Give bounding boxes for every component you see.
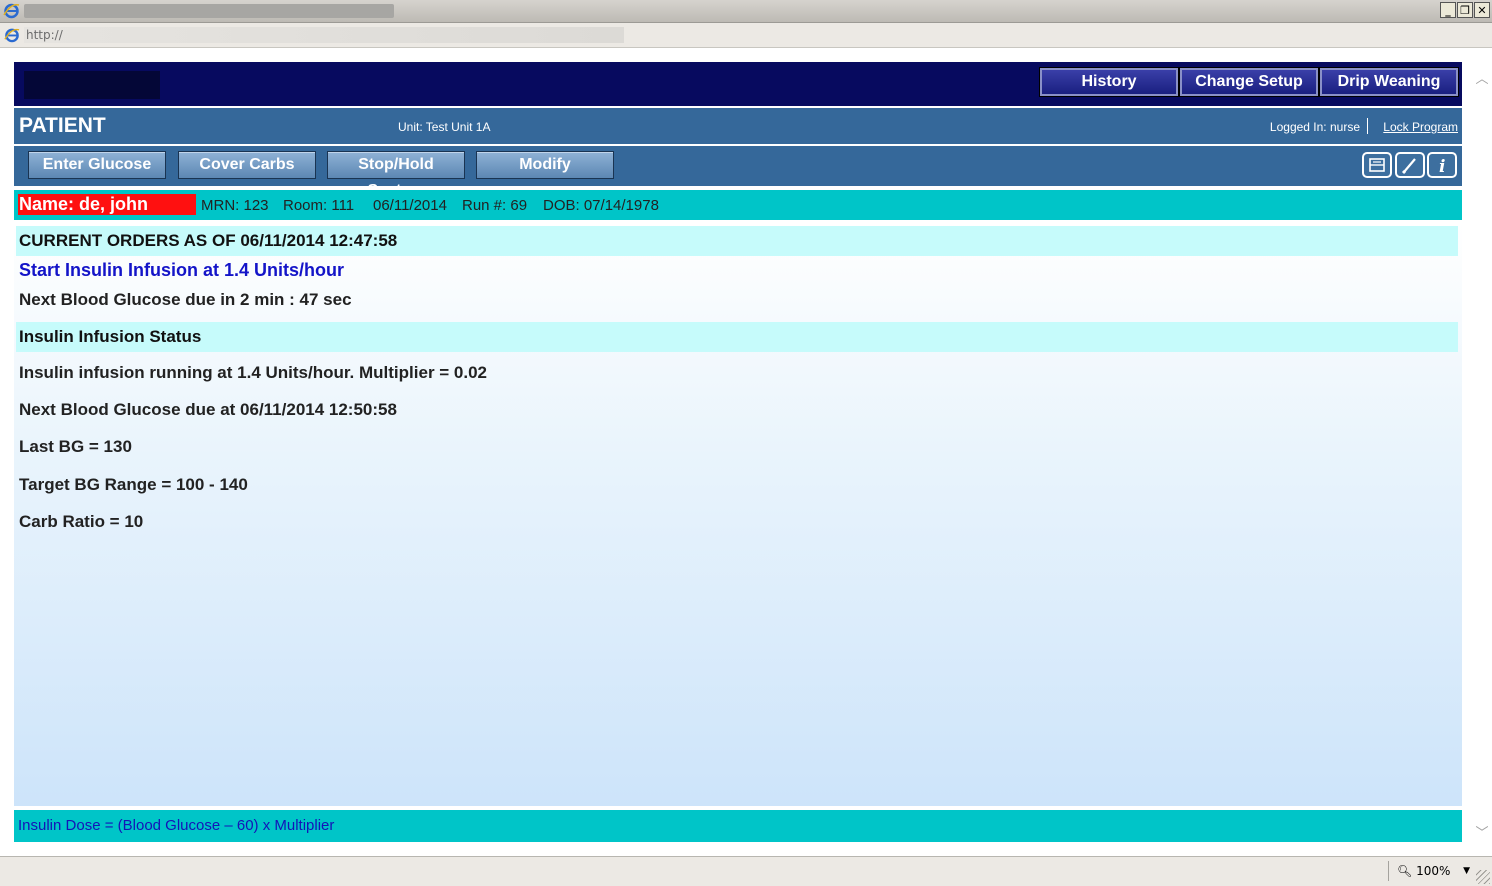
status-line: Next Blood Glucose due at 06/11/2014 12:… xyxy=(19,400,397,419)
browser-statusbar: 🔍︎ 100% ▼ xyxy=(0,856,1492,886)
zoom-level: 100% xyxy=(1416,864,1451,878)
date-label: 06/11/2014 xyxy=(373,197,447,214)
zoom-control[interactable]: 🔍︎ 100% ▼ xyxy=(1388,861,1472,881)
close-button[interactable]: ✕ xyxy=(1474,2,1490,18)
chevron-down-icon: ▼ xyxy=(1463,866,1470,876)
header-divider xyxy=(1367,118,1368,134)
lock-program-link[interactable]: Lock Program xyxy=(1383,120,1458,134)
page-viewport: ︿ ﹀ History Change Setup Drip Weaning PA… xyxy=(0,48,1492,856)
change-setup-button[interactable]: Change Setup xyxy=(1179,67,1319,97)
svg-text:i: i xyxy=(1439,157,1445,176)
drip-weaning-button[interactable]: Drip Weaning xyxy=(1319,67,1459,97)
dose-formula-bar: Insulin Dose = (Blood Glucose – 60) x Mu… xyxy=(14,810,1462,842)
resize-grip[interactable] xyxy=(1476,870,1490,884)
action-toolbar: Enter Glucose Cover Carbs Stop/Hold Syst… xyxy=(14,146,1462,199)
window-title xyxy=(24,4,394,18)
status-line: Last BG = 130 xyxy=(19,437,132,456)
page-title: PATIENT xyxy=(19,114,106,137)
modify-button[interactable]: Modify xyxy=(476,151,614,179)
status-line: Carb Ratio = 10 xyxy=(19,512,144,531)
app-logo xyxy=(24,71,160,99)
cover-carbs-button[interactable]: Cover Carbs xyxy=(178,151,316,179)
insulin-order-instruction: Start Insulin Infusion at 1.4 Units/hour xyxy=(19,260,345,280)
room-label: Room: 111 xyxy=(283,197,355,214)
restore-button[interactable]: ❐ xyxy=(1457,2,1473,18)
glucose-app: History Change Setup Drip Weaning PATIEN… xyxy=(14,62,1462,842)
print-icon[interactable] xyxy=(1362,152,1392,178)
mrn-label: MRN: 123 xyxy=(201,197,269,214)
status-line: Target BG Range = 100 - 140 xyxy=(19,475,248,494)
stop-hold-system-button[interactable]: Stop/Hold System xyxy=(327,151,465,199)
history-button[interactable]: History xyxy=(1039,67,1179,97)
logged-in-label: Logged In: nurse xyxy=(1269,120,1360,134)
next-bg-countdown: Next Blood Glucose due in 2 min : 47 sec xyxy=(19,290,352,309)
zoom-icon: 🔍︎ xyxy=(1397,864,1413,878)
unit-label: Unit: Test Unit 1A xyxy=(398,120,491,134)
top-navigation-bar: History Change Setup Drip Weaning xyxy=(14,62,1462,106)
main-content: CURRENT ORDERS AS OF 06/11/2014 12:47:58… xyxy=(14,222,1462,806)
infusion-status-header: Insulin Infusion Status xyxy=(16,322,1458,352)
scroll-down-icon[interactable]: ﹀ xyxy=(1472,822,1492,841)
scroll-up-icon[interactable]: ︿ xyxy=(1472,68,1492,87)
page-icon xyxy=(4,28,20,43)
patient-name: Name: de, john xyxy=(18,194,196,215)
ie-logo-icon xyxy=(3,3,20,19)
info-icon[interactable]: i xyxy=(1427,152,1457,178)
edit-icon[interactable] xyxy=(1395,152,1425,178)
patient-info-bar: Name: de, john MRN: 123 Room: 111 06/11/… xyxy=(14,190,1462,220)
current-orders-header: CURRENT ORDERS AS OF 06/11/2014 12:47:58 xyxy=(16,226,1458,256)
address-bar: http:// xyxy=(0,23,1492,48)
run-label: Run #: 69 xyxy=(462,197,528,214)
browser-titlebar: _ ❐ ✕ xyxy=(0,0,1492,23)
status-line: Insulin infusion running at 1.4 Units/ho… xyxy=(19,363,488,382)
minimize-button[interactable]: _ xyxy=(1440,2,1456,18)
patient-header: PATIENT Unit: Test Unit 1A Logged In: nu… xyxy=(14,108,1462,144)
url-field[interactable]: http:// xyxy=(24,27,624,43)
dob-label: DOB: 07/14/1978 xyxy=(543,197,659,214)
enter-glucose-button[interactable]: Enter Glucose xyxy=(28,151,166,179)
